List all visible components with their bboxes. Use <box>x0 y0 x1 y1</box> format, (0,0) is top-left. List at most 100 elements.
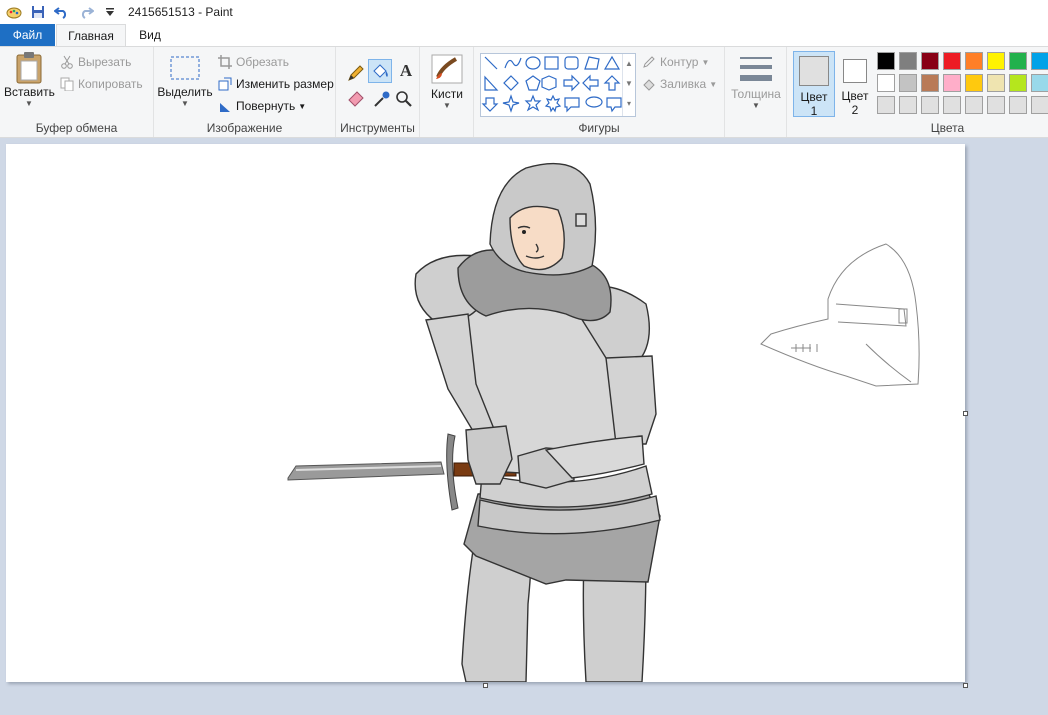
text-tool-icon[interactable]: A <box>396 61 416 81</box>
palette-color-swatch[interactable] <box>965 96 983 114</box>
ribbon: Вставить ▼ Вырезать Копировать Буфер обм… <box>0 46 1048 138</box>
palette-color-swatch[interactable] <box>1009 52 1027 70</box>
palette-color-swatch[interactable] <box>899 74 917 92</box>
magnifier-icon[interactable] <box>394 89 414 109</box>
knight <box>414 162 661 683</box>
color2-swatch <box>843 59 867 83</box>
tab-file[interactable]: Файл <box>0 24 55 46</box>
clipboard-group-label: Буфер обмена <box>35 121 118 135</box>
resize-handle-right[interactable] <box>963 411 968 416</box>
drawing-canvas[interactable] <box>6 144 965 683</box>
palette-color-swatch[interactable] <box>1009 96 1027 114</box>
size-dropdown-icon[interactable]: ▼ <box>728 101 784 110</box>
resize-label: Изменить размер <box>236 77 334 91</box>
palette-color-swatch[interactable] <box>943 52 961 70</box>
select-button[interactable]: Выделить ▼ <box>156 53 214 108</box>
palette-color-swatch[interactable] <box>921 96 939 114</box>
fill-label: Заливка <box>660 77 707 91</box>
redo-icon[interactable] <box>78 4 94 20</box>
palette-color-swatch[interactable] <box>1031 96 1048 114</box>
resize-handle-corner[interactable] <box>963 683 968 688</box>
outline-dropdown-icon[interactable]: ▼ <box>701 58 709 67</box>
palette-color-swatch[interactable] <box>899 96 917 114</box>
palette-color-swatch[interactable] <box>943 96 961 114</box>
rotate-dropdown-icon[interactable]: ▼ <box>298 102 306 111</box>
clipboard-group: Вставить ▼ Вырезать Копировать Буфер обм… <box>0 47 154 137</box>
copy-label: Копировать <box>78 77 143 91</box>
clipboard-icon <box>4 51 54 85</box>
color2-button[interactable]: Цвет 2 <box>837 51 873 117</box>
palette-color-swatch[interactable] <box>987 96 1005 114</box>
customize-toolbar-icon[interactable] <box>102 4 118 20</box>
palette-color-swatch[interactable] <box>987 52 1005 70</box>
cut-button[interactable]: Вырезать <box>60 55 131 69</box>
save-icon[interactable] <box>30 4 46 20</box>
pencil-icon[interactable] <box>346 63 366 83</box>
palette-color-swatch[interactable] <box>943 74 961 92</box>
paint-app-icon[interactable] <box>6 4 22 20</box>
rotate-icon <box>218 99 232 113</box>
undo-icon[interactable] <box>54 4 70 20</box>
title-bar: 2415651513 - Paint <box>0 0 1048 24</box>
tab-home[interactable]: Главная <box>56 24 126 46</box>
color2-label: Цвет <box>841 89 869 103</box>
fill-bucket-icon[interactable] <box>368 59 392 83</box>
size-button[interactable]: Толщина ▼ <box>728 53 784 110</box>
outline-pen-icon <box>642 55 656 69</box>
palette-color-swatch[interactable] <box>877 96 895 114</box>
brushes-group: Кисти ▼ <box>420 47 474 137</box>
fill-dropdown-icon[interactable]: ▼ <box>709 80 717 89</box>
palette-color-swatch[interactable] <box>921 52 939 70</box>
brushes-label: Кисти <box>431 87 463 101</box>
image-group-label: Изображение <box>206 121 283 135</box>
eraser-icon[interactable] <box>346 89 366 109</box>
crop-button[interactable]: Обрезать <box>218 55 289 69</box>
palette-color-swatch[interactable] <box>921 74 939 92</box>
outline-label: Контур <box>660 55 699 69</box>
shapes-gallery-icons[interactable] <box>481 54 635 116</box>
tools-group: A Инструменты <box>336 47 420 137</box>
palette-color-swatch[interactable] <box>965 52 983 70</box>
palette-color-swatch[interactable] <box>877 74 895 92</box>
paste-button[interactable]: Вставить ▼ <box>4 51 55 108</box>
palette-color-swatch[interactable] <box>899 52 917 70</box>
palette-color-swatch[interactable] <box>877 52 895 70</box>
tools-group-label: Инструменты <box>340 121 415 135</box>
color-picker-icon[interactable] <box>372 89 392 109</box>
fill-button[interactable]: Заливка ▼ <box>642 77 717 91</box>
color-palette <box>877 52 1048 118</box>
brushes-dropdown-icon[interactable]: ▼ <box>424 101 470 110</box>
crop-label: Обрезать <box>236 55 289 69</box>
resize-handle-bottom[interactable] <box>483 683 488 688</box>
fill-icon <box>642 77 656 91</box>
rotate-button[interactable]: Повернуть ▼ <box>218 99 306 113</box>
brushes-button[interactable]: Кисти ▼ <box>424 53 470 110</box>
outline-button[interactable]: Контур ▼ <box>642 55 709 69</box>
ribbon-tabs: Файл Главная Вид <box>0 24 1048 46</box>
copy-button[interactable]: Копировать <box>60 77 143 91</box>
select-label: Выделить <box>157 85 213 99</box>
shapes-group-label: Фигуры <box>578 121 620 135</box>
resize-icon <box>218 77 232 91</box>
resize-button[interactable]: Изменить размер <box>218 77 334 91</box>
palette-color-swatch[interactable] <box>1031 74 1048 92</box>
shapes-gallery: ▲ ▼ ▾ <box>480 53 636 117</box>
paste-dropdown-icon[interactable]: ▼ <box>4 99 54 108</box>
copy-icon <box>60 77 74 91</box>
line-thickness-icon <box>728 53 784 87</box>
select-rectangle-icon <box>156 53 214 85</box>
palette-color-swatch[interactable] <box>1009 74 1027 92</box>
color1-number: 1 <box>810 104 818 118</box>
colors-group: Цвет 1 Цвет 2 Цвета <box>787 47 1048 137</box>
shapes-scrollbar[interactable]: ▲ ▼ ▾ <box>622 54 635 116</box>
crop-icon <box>218 55 232 69</box>
tab-view[interactable]: Вид <box>130 24 170 46</box>
palette-color-swatch[interactable] <box>987 74 1005 92</box>
color1-button[interactable]: Цвет 1 <box>793 51 835 118</box>
palette-color-swatch[interactable] <box>965 74 983 92</box>
color1-label: Цвет <box>800 90 828 104</box>
scissors-icon <box>60 55 74 69</box>
palette-color-swatch[interactable] <box>1031 52 1048 70</box>
select-dropdown-icon[interactable]: ▼ <box>156 99 214 108</box>
size-group: Толщина ▼ <box>725 47 787 137</box>
